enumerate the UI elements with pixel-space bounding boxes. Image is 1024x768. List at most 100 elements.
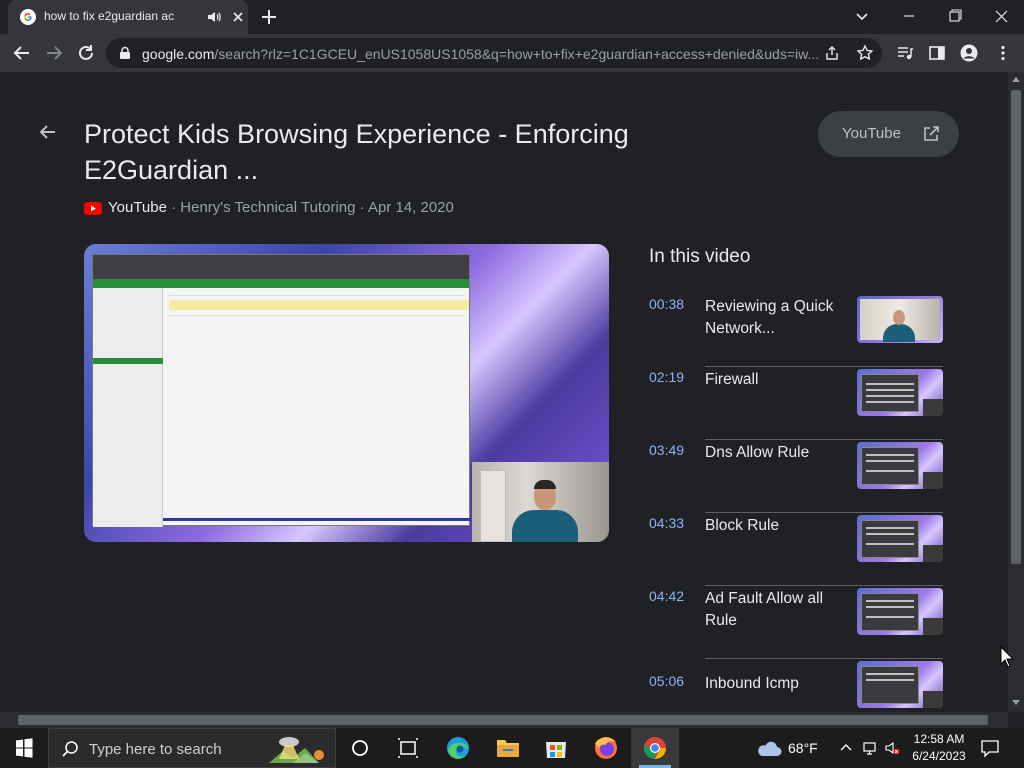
open-youtube-label: YouTube: [842, 125, 901, 142]
audio-playing-icon[interactable]: [206, 9, 222, 25]
video-channel-date: · Henry's Technical Tutoring · Apr 14, 2…: [166, 199, 454, 216]
cortana-icon[interactable]: [336, 728, 384, 768]
chapter-thumbnail: [857, 296, 943, 343]
chapter-thumbnail: [857, 588, 943, 635]
chrome-icon: [643, 737, 666, 759]
chapter-item[interactable]: 03:49 Dns Allow Rule: [649, 442, 943, 516]
weather-widget[interactable]: 68°F: [756, 728, 826, 768]
video-source[interactable]: YouTube: [108, 199, 167, 216]
chapter-item[interactable]: 02:19 Firewall: [649, 369, 943, 443]
horizontal-scroll-thumb[interactable]: [18, 715, 988, 725]
url-path: /search?rlz=1C1GCEU_enUS1058US1058&q=how…: [214, 46, 818, 62]
chapter-time: 05:06: [649, 673, 685, 689]
share-icon[interactable]: [824, 45, 840, 61]
lock-icon[interactable]: [118, 46, 132, 60]
horizontal-scrollbar[interactable]: [0, 712, 1008, 728]
video-title[interactable]: Protect Kids Browsing Experience - Enfor…: [84, 116, 704, 188]
firefox-icon[interactable]: [582, 728, 630, 768]
search-highlight-icon[interactable]: [263, 733, 333, 765]
microsoft-store-icon[interactable]: [532, 728, 580, 768]
chapter-thumbnail: [857, 661, 943, 708]
video-meta: YouTube · Henry's Technical Tutoring · A…: [84, 199, 454, 219]
back-arrow-icon[interactable]: [10, 41, 34, 65]
tab-title: how to fix e2guardian access denied: [44, 9, 174, 23]
bookmark-star-icon[interactable]: [856, 44, 874, 62]
chapter-time: 04:33: [649, 515, 685, 531]
chapter-item[interactable]: 05:06 Inbound Icmp: [649, 661, 943, 712]
scroll-down-arrow-icon[interactable]: [1012, 700, 1020, 705]
tab-strip: how to fix e2guardian access denied: [0, 0, 1024, 34]
google-icon: [20, 9, 36, 25]
video-player[interactable]: [84, 244, 609, 542]
chapters-heading: In this video: [649, 246, 751, 267]
video-frame-screen: [92, 254, 471, 527]
video-preview-panel: Protect Kids Browsing Experience - Enfor…: [0, 72, 1008, 712]
taskbar-clock[interactable]: 12:58 AM 6/24/2023: [905, 731, 973, 765]
windows-start-icon[interactable]: [0, 728, 48, 768]
chapter-label: Ad Fault Allow all Rule: [705, 590, 824, 629]
url-text[interactable]: google.com/search?rlz=1C1GCEU_enUS1058US…: [142, 46, 818, 62]
tab-search-chevron-icon[interactable]: [850, 6, 874, 28]
chapter-label: Reviewing a Quick Network...: [705, 298, 834, 337]
chapter-thumbnail: [857, 442, 943, 489]
chapter-label: Inbound Icmp: [705, 675, 799, 692]
volume-muted-icon[interactable]: [884, 740, 900, 756]
chapter-time: 00:38: [649, 296, 685, 312]
browser-toolbar: google.com/search?rlz=1C1GCEU_enUS1058US…: [0, 34, 1024, 72]
media-controls-icon[interactable]: [896, 44, 914, 62]
chapter-divider: [705, 658, 943, 659]
task-view-icon[interactable]: [384, 728, 432, 768]
video-frame-webcam: [472, 462, 609, 542]
mouse-cursor-icon: [1000, 646, 1014, 668]
chapter-time: 03:49: [649, 442, 685, 458]
profile-icon[interactable]: [960, 44, 978, 62]
clock-date: 6/24/2023: [912, 749, 966, 763]
chapter-divider: [705, 366, 943, 367]
taskbar-search-box[interactable]: Type here to search: [48, 728, 336, 768]
external-link-icon: [924, 126, 939, 141]
vertical-scrollbar[interactable]: [1008, 72, 1024, 712]
chapter-divider: [705, 585, 943, 586]
chapter-divider: [705, 439, 943, 440]
vertical-scroll-thumb[interactable]: [1011, 90, 1021, 564]
minimize-icon[interactable]: [886, 0, 932, 34]
search-placeholder: Type here to search: [89, 741, 222, 758]
youtube-logo-icon: [84, 202, 102, 215]
chapter-time: 02:19: [649, 369, 685, 385]
restore-icon[interactable]: [932, 0, 978, 34]
chapter-divider: [705, 512, 943, 513]
cloud-icon: [758, 741, 782, 756]
address-bar[interactable]: google.com/search?rlz=1C1GCEU_enUS1058US…: [106, 38, 882, 68]
forward-arrow-icon[interactable]: [42, 41, 66, 65]
open-youtube-button[interactable]: YouTube: [818, 111, 959, 157]
chapter-item[interactable]: 00:38 Reviewing a Quick Network...: [649, 296, 943, 370]
chapter-label: Block Rule: [705, 517, 780, 534]
file-explorer-icon[interactable]: [484, 728, 532, 768]
reload-icon[interactable]: [74, 41, 98, 65]
chrome-taskbar-button[interactable]: [631, 728, 679, 768]
scroll-up-arrow-icon[interactable]: [1012, 77, 1020, 82]
notification-center-icon[interactable]: [980, 738, 1000, 758]
chapter-label: Dns Allow Rule: [705, 444, 810, 461]
edge-icon[interactable]: [434, 728, 482, 768]
side-panel-icon[interactable]: [928, 44, 946, 62]
windows-taskbar: Type here to search 68°F 12:58 AM 6/24/2…: [0, 728, 1024, 768]
chapter-item[interactable]: 04:33 Block Rule: [649, 515, 943, 589]
network-icon[interactable]: [862, 740, 878, 756]
chapter-thumbnail: [857, 515, 943, 562]
browser-tab[interactable]: how to fix e2guardian access denied: [8, 0, 248, 34]
chapter-time: 04:42: [649, 588, 685, 604]
search-icon: [62, 741, 78, 757]
menu-kebab-icon[interactable]: [994, 44, 1012, 62]
chapter-item[interactable]: 04:42 Ad Fault Allow all Rule: [649, 588, 943, 662]
url-domain: google.com: [142, 46, 215, 62]
clock-time: 12:58 AM: [913, 732, 965, 746]
chapter-thumbnail: [857, 369, 943, 416]
tray-chevron-up-icon[interactable]: [838, 740, 854, 756]
tab-close-icon[interactable]: [230, 9, 246, 25]
weather-temperature: 68°F: [788, 740, 818, 756]
new-tab-icon[interactable]: [258, 6, 280, 28]
chapter-label: Firewall: [705, 371, 759, 388]
window-close-icon[interactable]: [978, 0, 1024, 34]
back-arrow-icon[interactable]: [38, 122, 58, 142]
